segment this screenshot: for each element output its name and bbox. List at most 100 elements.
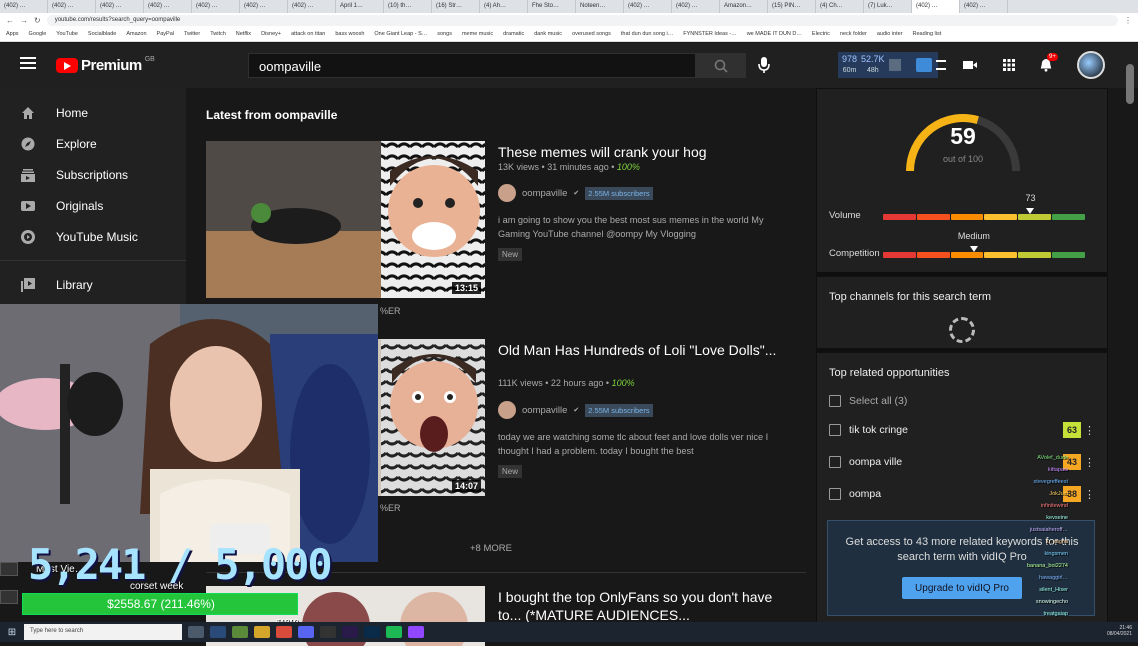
photoshop-icon[interactable] (364, 626, 380, 638)
browser-tab[interactable]: (402) … (192, 0, 240, 13)
browser-tab[interactable]: (402) … (624, 0, 672, 13)
bookmark-item[interactable]: audio inter (877, 31, 903, 41)
chrome-icon[interactable] (276, 626, 292, 638)
browser-tab[interactable]: (7) Luk… (864, 0, 912, 13)
bookmark-item[interactable]: YouTube (56, 31, 78, 41)
twitch-icon[interactable] (408, 626, 424, 638)
browser-tab[interactable]: (402) … (144, 0, 192, 13)
bookmark-item[interactable]: songs (437, 31, 452, 41)
browser-tab[interactable]: (402) … (240, 0, 288, 13)
bookmark-item[interactable]: dramatic (503, 31, 524, 41)
browser-tab[interactable]: (15) PIN… (768, 0, 816, 13)
back-icon[interactable]: ← (6, 16, 14, 25)
file-explorer-icon[interactable] (254, 626, 270, 638)
browser-tab[interactable]: (16) Str… (432, 0, 480, 13)
sidebar-item-explore[interactable]: Explore (0, 128, 186, 159)
address-bar[interactable]: youtube.com/results?search_query=oompavi… (46, 15, 1118, 26)
video-result[interactable]: 13:15 These memes will crank your hog 13… (206, 141, 806, 301)
search-button[interactable] (696, 53, 746, 78)
opportunity-checkbox[interactable] (829, 424, 841, 436)
channel-avatar[interactable] (498, 184, 516, 202)
create-video-icon[interactable] (962, 58, 978, 72)
forward-icon[interactable]: → (20, 16, 28, 25)
channel-row[interactable]: oompaville ✔ 2.55M subscribers (498, 184, 653, 202)
bookmark-item[interactable]: neck folder (840, 31, 867, 41)
bookmark-item[interactable]: Disney+ (261, 31, 281, 41)
windows-start-icon[interactable]: ⊞ (0, 622, 24, 642)
video-thumbnail[interactable]: 13:15 (206, 141, 485, 298)
bookmark-item[interactable]: attack on titan (291, 31, 325, 41)
taskbar-search[interactable]: Type here to search (24, 624, 182, 640)
apps-grid-icon[interactable] (1001, 58, 1017, 72)
premiere-icon[interactable] (342, 626, 358, 638)
microphone-icon[interactable] (757, 56, 771, 74)
reload-icon[interactable]: ↻ (34, 16, 41, 25)
bookmark-item[interactable]: Twitter (184, 31, 200, 41)
channel-name[interactable]: oompaville (522, 405, 567, 416)
discord-icon[interactable] (298, 626, 314, 638)
browser-tab[interactable]: (402) … (96, 0, 144, 13)
bookmark-item[interactable]: that dun dun song i… (621, 31, 673, 41)
browser-tab[interactable]: Noteen… (576, 0, 624, 13)
sidebar-item-subscriptions[interactable]: Subscriptions (0, 159, 186, 190)
more-options-icon[interactable]: ⋮ (1084, 456, 1095, 469)
menu-icon[interactable] (20, 57, 36, 69)
select-all-checkbox[interactable] (829, 395, 841, 407)
vidiq-icon[interactable] (916, 58, 932, 72)
sidebar-item-originals[interactable]: Originals (0, 190, 186, 221)
account-avatar[interactable] (1077, 51, 1105, 79)
bookmark-item[interactable]: overused songs (572, 31, 611, 41)
bookmark-item[interactable]: FYNNSTER Ideas -… (683, 31, 736, 41)
bookmark-item[interactable]: bass woosh (335, 31, 364, 41)
bookmark-item[interactable]: dank music (534, 31, 562, 41)
bookmark-item[interactable]: One Giant Leap - S… (374, 31, 427, 41)
bookmark-item[interactable]: Reading list (913, 31, 942, 41)
browser-tab[interactable]: (402) … (48, 0, 96, 13)
browser-tab[interactable]: Amazon… (720, 0, 768, 13)
steam-icon[interactable] (210, 626, 226, 638)
bookmark-item[interactable]: Google (29, 31, 47, 41)
bookmark-item[interactable]: PayPal (157, 31, 174, 41)
browser-tab[interactable]: April 1… (336, 0, 384, 13)
video-title[interactable]: I bought the top OnlyFans so you don't h… (498, 588, 778, 624)
browser-tab[interactable]: (402) … (0, 0, 48, 13)
browser-tab[interactable]: (10) th… (384, 0, 432, 13)
bookmark-item[interactable]: Amazon (126, 31, 146, 41)
video-title[interactable]: These memes will crank your hog (498, 143, 778, 161)
opportunity-row[interactable]: tik tok cringe 63 ⋮ (829, 421, 1099, 439)
list-icon[interactable] (936, 60, 946, 70)
bookmark-item[interactable]: Netflix (236, 31, 251, 41)
bookmark-item[interactable]: meme music (462, 31, 493, 41)
bookmark-item[interactable]: we MADE IT DUN D… (747, 31, 802, 41)
browser-tab[interactable]: (402) … (288, 0, 336, 13)
opportunity-checkbox[interactable] (829, 488, 841, 500)
extensions-icon[interactable]: ⋮ (1124, 16, 1132, 25)
browser-tab[interactable]: (402) … (960, 0, 1008, 13)
search-input[interactable]: oompaville (248, 53, 696, 78)
sidebar-item-home[interactable]: Home (0, 97, 186, 128)
channel-avatar[interactable] (498, 401, 516, 419)
video-title[interactable]: Old Man Has Hundreds of Loli "Love Dolls… (498, 341, 778, 359)
channel-row[interactable]: oompaville ✔ 2.55M subscribers (498, 401, 653, 419)
select-all-row[interactable]: Select all (3) (829, 392, 1099, 410)
more-options-icon[interactable]: ⋮ (1084, 424, 1095, 437)
page-scrollbar[interactable] (1126, 64, 1134, 104)
opportunity-checkbox[interactable] (829, 456, 841, 468)
browser-tab[interactable]: (4) Ah… (480, 0, 528, 13)
bookmark-item[interactable]: Socialblade (88, 31, 116, 41)
sidebar-item-library[interactable]: Library (0, 269, 186, 300)
task-view-icon[interactable] (188, 626, 204, 638)
bookmark-item[interactable]: Electric (812, 31, 830, 41)
browser-tab[interactable]: (4) Ch… (816, 0, 864, 13)
channel-name[interactable]: oompaville (522, 188, 567, 199)
browser-tab[interactable]: (402) … (912, 0, 960, 13)
browser-tab[interactable]: (402) … (672, 0, 720, 13)
bookmark-item[interactable]: Apps (6, 31, 19, 41)
taskbar-clock[interactable]: 21:46 08/04/2021 (1107, 625, 1132, 637)
browser-tab[interactable]: Fhe Sto… (528, 0, 576, 13)
show-more-button[interactable]: +8 MORE (470, 543, 512, 554)
obs-icon[interactable] (320, 626, 336, 638)
youtube-premium-logo[interactable]: Premium GB (56, 56, 155, 74)
sidebar-item-youtube-music[interactable]: YouTube Music (0, 221, 186, 252)
bookmark-item[interactable]: Twitch (210, 31, 226, 41)
